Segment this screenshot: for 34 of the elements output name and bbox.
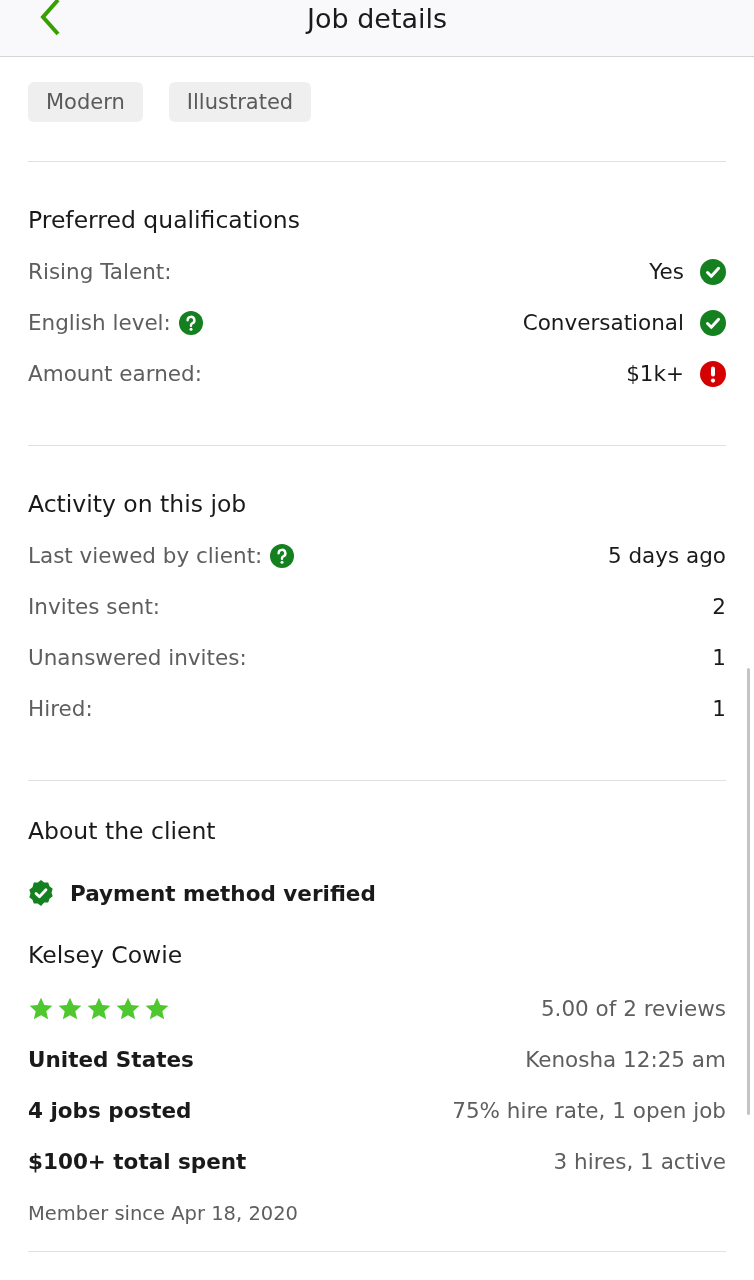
client-stat-detail: 3 hires, 1 active [553, 1149, 726, 1174]
client-name: Kelsey Cowie [28, 940, 183, 971]
skill-tag: Modern [28, 82, 143, 122]
help-icon[interactable] [178, 310, 203, 335]
client-stat: $100+ total spent [28, 1149, 247, 1174]
client-stat: 4 jobs posted [28, 1098, 192, 1123]
section-heading: About the client [28, 816, 217, 847]
row-value: Yes [649, 259, 684, 284]
back-icon[interactable] [38, 0, 62, 36]
row-label: Unanswered invites: [28, 645, 247, 670]
skill-tag: Illustrated [168, 82, 312, 122]
rating-summary: 5.00 of 2 reviews [540, 996, 726, 1021]
row-label: Invites sent: [28, 594, 161, 619]
section-heading: Preferred qualifications [28, 205, 301, 236]
row-label: Last viewed by client: [28, 543, 263, 568]
verified-badge-icon [28, 880, 54, 906]
row-value: 5 days ago [607, 543, 726, 568]
member-since: Member since Apr 18, 2020 [28, 1201, 299, 1227]
row-label: Hired: [28, 696, 93, 721]
row-label: Rising Talent: [28, 259, 172, 284]
client-stat-detail: Kenosha 12:25 am [525, 1047, 726, 1072]
client-stat-detail: 75% hire rate, 1 open job [452, 1098, 726, 1123]
row-value: $1k+ [626, 361, 684, 386]
payment-status: Payment method verified [70, 880, 376, 906]
page-title: Job details [306, 2, 448, 36]
row-value: Conversational [522, 310, 684, 335]
row-label: Amount earned: [28, 361, 202, 386]
client-stat: United States [28, 1047, 194, 1072]
row-value: 2 [712, 594, 726, 619]
row-label: English level: [28, 310, 171, 335]
row-value: 1 [712, 645, 726, 670]
help-icon[interactable] [270, 543, 295, 568]
row-value: 1 [712, 696, 726, 721]
section-heading: Activity on this job [28, 489, 248, 520]
